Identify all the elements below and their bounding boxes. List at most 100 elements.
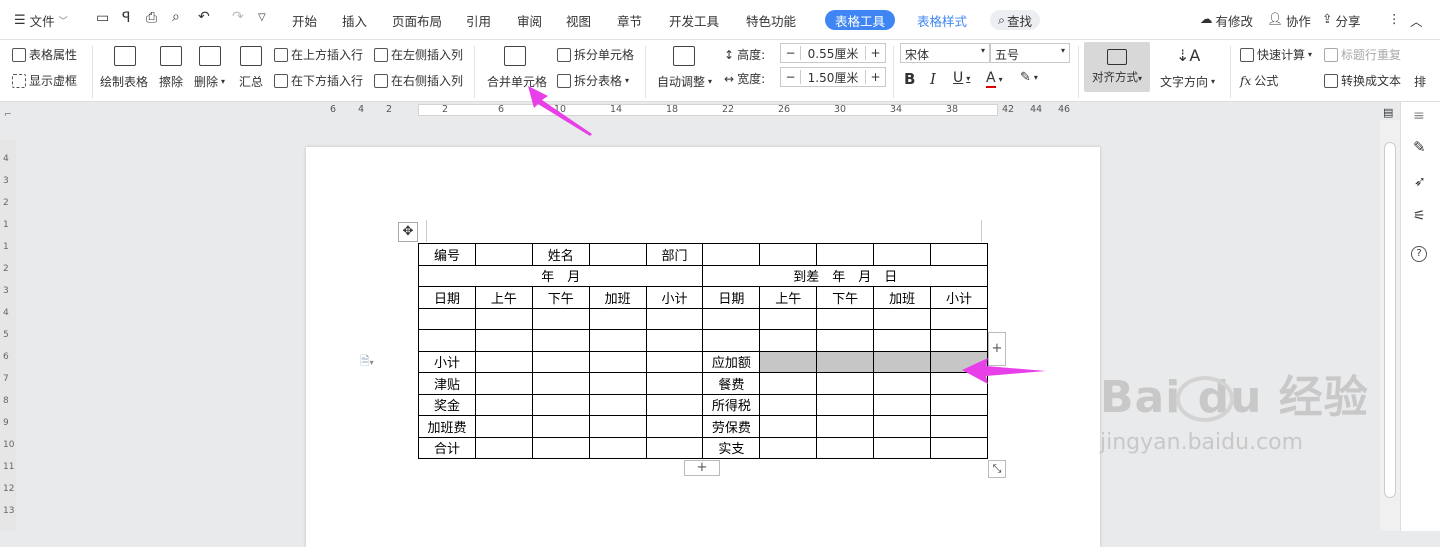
table-cell[interactable] (759, 243, 818, 266)
table-cell[interactable] (645, 307, 704, 330)
table-cell[interactable]: 上午 (474, 286, 533, 309)
data-table[interactable]: 编号 姓名 部门 年 月 到差 年 月 日 日期 上午 下午 加班 小计 日期 上午 下午加… (417, 243, 988, 459)
height-value[interactable]: 0.55厘米 (801, 45, 865, 62)
redo-icon[interactable]: ↷ (232, 9, 244, 25)
table-cell[interactable] (588, 243, 647, 266)
table-cell[interactable]: 奖金 (418, 393, 476, 416)
table-cell[interactable]: 下午 (816, 286, 875, 309)
table-cell[interactable]: 实支 (702, 436, 761, 459)
table-cell[interactable]: 编号 (418, 243, 476, 266)
table-cell[interactable] (759, 307, 818, 330)
tab-table-style[interactable]: 表格样式 (917, 11, 967, 30)
table-cell[interactable] (759, 372, 818, 395)
vertical-scrollbar[interactable] (1380, 120, 1400, 531)
underline-icon[interactable]: U ▾ (953, 70, 970, 86)
collapse-ribbon-icon[interactable]: ︿ (1410, 11, 1423, 30)
table-cell[interactable] (645, 329, 704, 352)
table-cell[interactable] (759, 329, 818, 352)
table-cell[interactable]: 日期 (418, 286, 476, 309)
erase-button[interactable]: 擦除 (159, 73, 183, 90)
font-size-select[interactable]: 五号 ▾ (990, 43, 1070, 63)
table-cell[interactable]: 小计 (645, 286, 704, 309)
table-cell[interactable] (873, 436, 932, 459)
show-grid-button[interactable]: 显示虚框 (12, 72, 77, 89)
split-cells-button[interactable]: 拆分单元格 (557, 46, 634, 63)
table-cell[interactable] (930, 243, 988, 266)
selected-cell[interactable] (816, 350, 875, 373)
table-cell[interactable] (873, 393, 932, 416)
table-cell[interactable] (588, 350, 647, 373)
table-cell[interactable] (759, 436, 818, 459)
tab-insert[interactable]: 插入 (342, 11, 367, 30)
table-cell[interactable] (645, 350, 704, 373)
table-cell[interactable] (588, 372, 647, 395)
selected-cell[interactable] (873, 350, 932, 373)
table-cell[interactable] (588, 436, 647, 459)
share-button[interactable]: ⇪ 分享 (1322, 11, 1361, 30)
table-cell[interactable] (930, 329, 988, 352)
table-cell[interactable] (474, 415, 533, 438)
to-text-button[interactable]: 转换成文本 (1324, 72, 1401, 89)
table-cell[interactable]: 所得税 (702, 393, 761, 416)
print-preview-icon[interactable]: ⌕ (172, 9, 180, 25)
tab-developer[interactable]: 开发工具 (669, 11, 719, 30)
table-cell[interactable] (702, 307, 761, 330)
table-cell[interactable]: 部门 (645, 243, 704, 266)
table-cell[interactable] (645, 415, 704, 438)
save-icon[interactable]: ▭ (96, 10, 109, 26)
minus-icon[interactable]: − (781, 70, 801, 84)
table-cell[interactable] (816, 329, 875, 352)
more-quick-icon[interactable]: ▽ (258, 12, 266, 23)
table-cell[interactable] (873, 415, 932, 438)
table-resize-handle[interactable]: ⤡ (988, 460, 1006, 478)
table-cell[interactable] (930, 393, 988, 416)
help-icon[interactable]: ? (1411, 246, 1427, 262)
tab-review[interactable]: 审阅 (517, 11, 542, 30)
auto-adjust-button[interactable]: 自动调整 ▾ (657, 73, 712, 90)
table-cell[interactable]: 下午 (531, 286, 590, 309)
table-cell[interactable] (873, 243, 932, 266)
pen-icon[interactable]: ✎ (1413, 138, 1426, 156)
table-cell[interactable] (702, 243, 761, 266)
table-cell[interactable]: 姓名 (531, 243, 590, 266)
table-cell[interactable]: 应加额 (702, 350, 761, 373)
table-cell[interactable] (588, 415, 647, 438)
table-cell[interactable]: 加班 (588, 286, 647, 309)
table-cell[interactable] (418, 329, 476, 352)
sidebar-menu-icon[interactable]: ≡ (1413, 108, 1425, 124)
table-move-handle[interactable]: ✥ (398, 222, 418, 242)
insert-right-button[interactable]: 在右侧插入列 (374, 72, 463, 89)
table-cell[interactable] (531, 350, 590, 373)
height-stepper[interactable]: − 0.55厘米 + (780, 43, 886, 63)
table-cell[interactable] (645, 436, 704, 459)
table-cell[interactable] (474, 350, 533, 373)
highlight-icon[interactable]: ✎ ▾ (1020, 70, 1038, 85)
title-repeat-button[interactable]: 标题行重复 (1324, 46, 1401, 63)
table-cell[interactable] (930, 436, 988, 459)
table-cell[interactable] (531, 436, 590, 459)
search-box[interactable]: ⌕ 查找 (990, 10, 1041, 30)
table-cell[interactable] (645, 372, 704, 395)
table-props-button[interactable]: 表格属性 (12, 46, 77, 63)
table-cell[interactable] (759, 393, 818, 416)
table-cell[interactable] (816, 393, 875, 416)
settings-sliders-icon[interactable]: ⚟ (1413, 208, 1426, 224)
scroll-thumb[interactable] (1384, 142, 1396, 498)
table-cell[interactable] (873, 329, 932, 352)
table-cell[interactable] (531, 307, 590, 330)
font-color-icon[interactable]: A ▾ (986, 70, 1003, 88)
table-cell[interactable] (930, 307, 988, 330)
table-cell[interactable] (873, 372, 932, 395)
tab-chapter[interactable]: 章节 (617, 11, 642, 30)
table-cell[interactable]: 劳保费 (702, 415, 761, 438)
tab-references[interactable]: 引用 (466, 11, 491, 30)
table-cell[interactable] (474, 436, 533, 459)
table-cell[interactable] (531, 393, 590, 416)
more-menu-icon[interactable]: ⋮ (1388, 11, 1401, 26)
collab-button[interactable]: 👤︎ 协作 (1267, 11, 1311, 30)
view-toggle-icon[interactable]: ▤ (1383, 106, 1393, 119)
draw-table-button[interactable]: 绘制表格 (100, 73, 148, 90)
formula-button[interactable]: fx 公式 (1240, 72, 1278, 89)
delete-button[interactable]: 删除 ▾ (194, 73, 225, 90)
tab-table-tools[interactable]: 表格工具 (825, 10, 896, 30)
